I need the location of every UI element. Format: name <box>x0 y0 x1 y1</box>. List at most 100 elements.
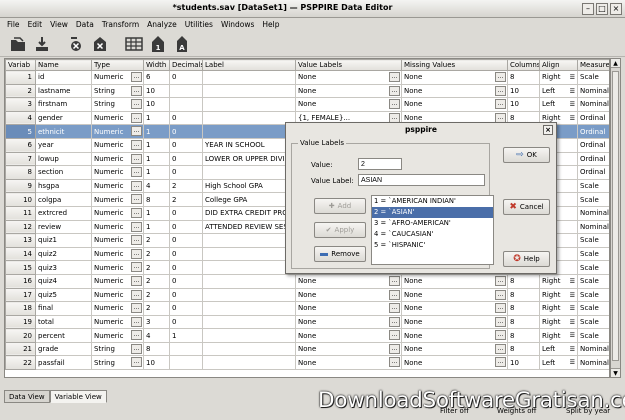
ellipsis-button[interactable]: ... <box>495 303 506 314</box>
cell-align[interactable]: Right ☰ <box>539 328 578 343</box>
goto-case-button[interactable] <box>66 34 86 54</box>
cell-name[interactable]: lowup <box>35 151 92 167</box>
cell-label[interactable] <box>202 314 296 330</box>
cell-type[interactable]: String... <box>91 97 144 112</box>
row-number[interactable]: 14 <box>5 246 36 262</box>
col-header-decimals[interactable]: Decimals <box>169 59 203 71</box>
cell-type[interactable]: String... <box>91 83 144 99</box>
align-dropdown-icon[interactable]: ☰ <box>570 332 575 339</box>
cell-width[interactable]: 4 <box>143 328 170 343</box>
cell-name[interactable]: firstnam <box>35 97 92 112</box>
cell-decimals[interactable] <box>169 341 203 357</box>
cell-value-labels[interactable]: None... <box>295 314 402 330</box>
ellipsis-button[interactable]: ... <box>131 126 142 137</box>
cell-type[interactable]: Numeric... <box>91 233 144 248</box>
cell-label[interactable]: DID EXTRA CREDIT PRO <box>202 205 296 221</box>
ellipsis-button[interactable]: ... <box>131 262 142 273</box>
ellipsis-button[interactable]: ... <box>131 303 142 314</box>
ellipsis-button[interactable]: ... <box>495 99 506 110</box>
col-header-type[interactable]: Type <box>91 59 144 71</box>
cell-decimals[interactable]: 2 <box>169 178 203 194</box>
cell-decimals[interactable]: 0 <box>169 260 203 275</box>
table-row[interactable]: 21 grade String... 8 None... None... 8 Left ☰ Nom… <box>5 341 609 357</box>
menu-transform[interactable]: Transform <box>98 18 143 31</box>
cell-type[interactable]: Numeric... <box>91 70 144 85</box>
cell-label[interactable] <box>202 97 296 112</box>
ellipsis-button[interactable]: ... <box>389 72 400 82</box>
table-row[interactable]: 1 id Numeric... 6 0 None... None... 8 Right ☰ Scal… <box>5 70 609 85</box>
cell-name[interactable]: id <box>35 70 92 85</box>
cell-width[interactable]: 1 <box>143 137 170 153</box>
table-row[interactable]: 19 total Numeric... 3 0 None... None... 8 Right ☰… <box>5 314 609 330</box>
cell-label[interactable] <box>202 233 296 248</box>
align-dropdown-icon[interactable]: ☰ <box>570 101 575 108</box>
cell-missing-values[interactable]: None... <box>401 83 508 99</box>
ellipsis-button[interactable]: ... <box>131 343 142 354</box>
cell-align[interactable]: Left ☰ <box>539 341 578 357</box>
cell-columns[interactable]: 8 <box>507 70 540 85</box>
help-button[interactable]: ✪ Help <box>503 251 550 267</box>
cell-name[interactable]: year <box>35 137 92 153</box>
cell-decimals[interactable]: 0 <box>169 219 203 235</box>
list-item[interactable]: 5 = `HISPANIC' <box>372 240 493 251</box>
cell-decimals[interactable]: 0 <box>169 314 203 330</box>
cell-width[interactable]: 10 <box>143 83 170 99</box>
cell-name[interactable]: colgpa <box>35 192 92 207</box>
goto-variable-button[interactable] <box>90 34 110 54</box>
row-number[interactable]: 10 <box>5 192 36 207</box>
cell-decimals[interactable]: 0 <box>169 273 203 289</box>
cell-type[interactable]: Numeric... <box>91 110 144 126</box>
table-row[interactable]: 18 final Numeric... 2 0 None... None... 8 Right ☰… <box>5 301 609 316</box>
cell-missing-values[interactable]: None... <box>401 341 508 357</box>
cell-label[interactable] <box>202 328 296 343</box>
ellipsis-button[interactable]: ... <box>131 72 142 82</box>
cell-missing-values[interactable]: None... <box>401 328 508 343</box>
cell-name[interactable]: percent <box>35 328 92 343</box>
ellipsis-button[interactable]: ... <box>131 139 142 150</box>
cell-measure[interactable]: Nominal <box>577 205 609 221</box>
cell-name[interactable]: gender <box>35 110 92 126</box>
col-header-label[interactable]: Label <box>202 59 296 71</box>
cell-label[interactable] <box>202 246 296 262</box>
row-number[interactable]: 19 <box>5 314 36 330</box>
value-label-input[interactable] <box>358 174 485 186</box>
cell-name[interactable]: section <box>35 165 92 180</box>
cell-value-labels[interactable]: None... <box>295 355 402 371</box>
row-number[interactable]: 16 <box>5 273 36 289</box>
row-number[interactable]: 15 <box>5 260 36 275</box>
cell-align[interactable]: Left ☰ <box>539 97 578 112</box>
cell-decimals[interactable] <box>169 97 203 112</box>
cell-decimals[interactable]: 0 <box>169 110 203 126</box>
cell-measure[interactable]: Ordinal <box>577 110 609 126</box>
cell-name[interactable]: total <box>35 314 92 330</box>
ellipsis-button[interactable]: ... <box>389 357 400 368</box>
table-row[interactable]: 17 quiz5 Numeric... 2 0 None... None... 8 Right ☰… <box>5 287 609 303</box>
cell-width[interactable]: 3 <box>143 314 170 330</box>
cell-measure[interactable]: Nominal <box>577 355 609 371</box>
cell-measure[interactable]: Ordinal <box>577 137 609 153</box>
cell-width[interactable]: 2 <box>143 233 170 248</box>
cell-name[interactable]: quiz1 <box>35 233 92 248</box>
cell-width[interactable]: 6 <box>143 70 170 85</box>
cell-decimals[interactable]: 0 <box>169 205 203 221</box>
row-number[interactable]: 4 <box>5 110 36 126</box>
cell-width[interactable]: 2 <box>143 273 170 289</box>
cell-label[interactable]: LOWER OR UPPER DIVIS <box>202 151 296 167</box>
cell-name[interactable]: ethnicit <box>35 124 92 139</box>
menu-edit[interactable]: Edit <box>24 18 47 31</box>
cell-columns[interactable]: 8 <box>507 273 540 289</box>
list-item[interactable]: 1 = `AMERICAN INDIAN' <box>372 196 493 207</box>
ellipsis-button[interactable]: ... <box>389 303 400 314</box>
ellipsis-button[interactable]: ... <box>131 235 142 246</box>
row-number[interactable]: 9 <box>5 178 36 194</box>
cell-type[interactable]: Numeric... <box>91 151 144 167</box>
cell-label[interactable]: YEAR IN SCHOOL <box>202 137 296 153</box>
table-row[interactable]: 2 lastname String... 10 None... None... 10 Left… <box>5 83 609 99</box>
cell-value-labels[interactable]: None... <box>295 70 402 85</box>
cell-type[interactable]: String... <box>91 341 144 357</box>
align-dropdown-icon[interactable]: ☰ <box>570 319 575 326</box>
cell-width[interactable]: 2 <box>143 260 170 275</box>
ellipsis-button[interactable]: ... <box>389 275 400 286</box>
cell-measure[interactable]: Scale <box>577 301 609 316</box>
ellipsis-button[interactable]: ... <box>131 112 142 123</box>
